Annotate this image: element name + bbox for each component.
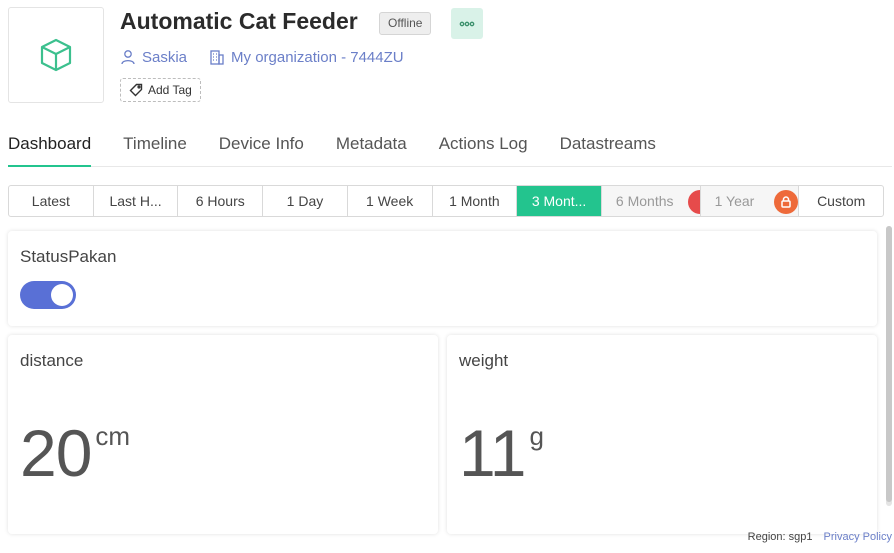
range-3-months[interactable]: 3 Mont... <box>517 186 602 216</box>
tab-metadata[interactable]: Metadata <box>336 122 407 167</box>
user-icon <box>121 50 135 65</box>
range-6-hours[interactable]: 6 Hours <box>178 186 264 216</box>
value-unit: g <box>529 421 544 451</box>
value-number: 11 <box>459 416 527 490</box>
range-last-hour[interactable]: Last H... <box>94 186 179 216</box>
status-toggle-switch[interactable] <box>20 281 76 309</box>
range-custom[interactable]: Custom <box>799 186 883 216</box>
status-badge: Offline <box>379 12 432 35</box>
widget-title: distance <box>20 351 84 370</box>
add-tag-label: Add Tag <box>148 83 192 97</box>
widget-title: StatusPakan <box>20 247 117 266</box>
tag-icon <box>129 83 143 97</box>
tab-datastreams[interactable]: Datastreams <box>560 122 656 167</box>
widget-title: weight <box>459 351 509 370</box>
range-1-year[interactable]: 1 Year <box>700 186 800 216</box>
tab-dashboard[interactable]: Dashboard <box>8 122 92 167</box>
weight-value: 11 g <box>459 413 544 493</box>
switch-knob <box>51 284 73 306</box>
building-icon <box>210 50 224 65</box>
more-options-button[interactable] <box>451 8 483 39</box>
value-unit: cm <box>95 421 131 451</box>
tab-actions-log[interactable]: Actions Log <box>439 122 528 167</box>
scrollbar-thumb[interactable] <box>886 226 892 502</box>
device-title: Automatic Cat Feeder <box>120 8 358 34</box>
range-1-month[interactable]: 1 Month <box>433 186 518 216</box>
region-label: Region: sgp1 <box>747 531 813 543</box>
organization-link[interactable]: My organization - 7444ZU <box>231 49 404 66</box>
status-widget: StatusPakan <box>8 231 877 326</box>
distance-widget: distance 20 cm <box>8 335 438 534</box>
tab-device-info[interactable]: Device Info <box>219 122 304 167</box>
value-number: 20 <box>20 416 92 490</box>
weight-widget: weight 11 g <box>447 335 877 534</box>
tab-timeline[interactable]: Timeline <box>123 122 187 167</box>
distance-value: 20 cm <box>20 413 130 493</box>
range-6-months[interactable]: 6 Months <box>601 186 701 216</box>
tab-bar: Dashboard Timeline Device Info Metadata … <box>8 122 892 167</box>
range-1-week[interactable]: 1 Week <box>348 186 433 216</box>
privacy-policy-link[interactable]: Privacy Policy <box>824 531 892 543</box>
owner-link[interactable]: Saskia <box>142 49 187 66</box>
device-meta: Saskia My organization - 7444ZU <box>120 47 404 67</box>
time-range-selector: Latest Last H... 6 Hours 1 Day 1 Week 1 … <box>8 185 884 217</box>
add-tag-button[interactable]: Add Tag <box>120 78 201 102</box>
lock-badge <box>687 190 700 214</box>
lock-icon <box>774 190 799 214</box>
device-image <box>8 7 104 103</box>
footer: Region: sgp1 Privacy Policy <box>748 531 892 543</box>
range-1-day[interactable]: 1 Day <box>263 186 348 216</box>
range-latest[interactable]: Latest <box>9 186 94 216</box>
cube-icon <box>40 38 72 72</box>
more-dots-icon <box>459 21 475 26</box>
